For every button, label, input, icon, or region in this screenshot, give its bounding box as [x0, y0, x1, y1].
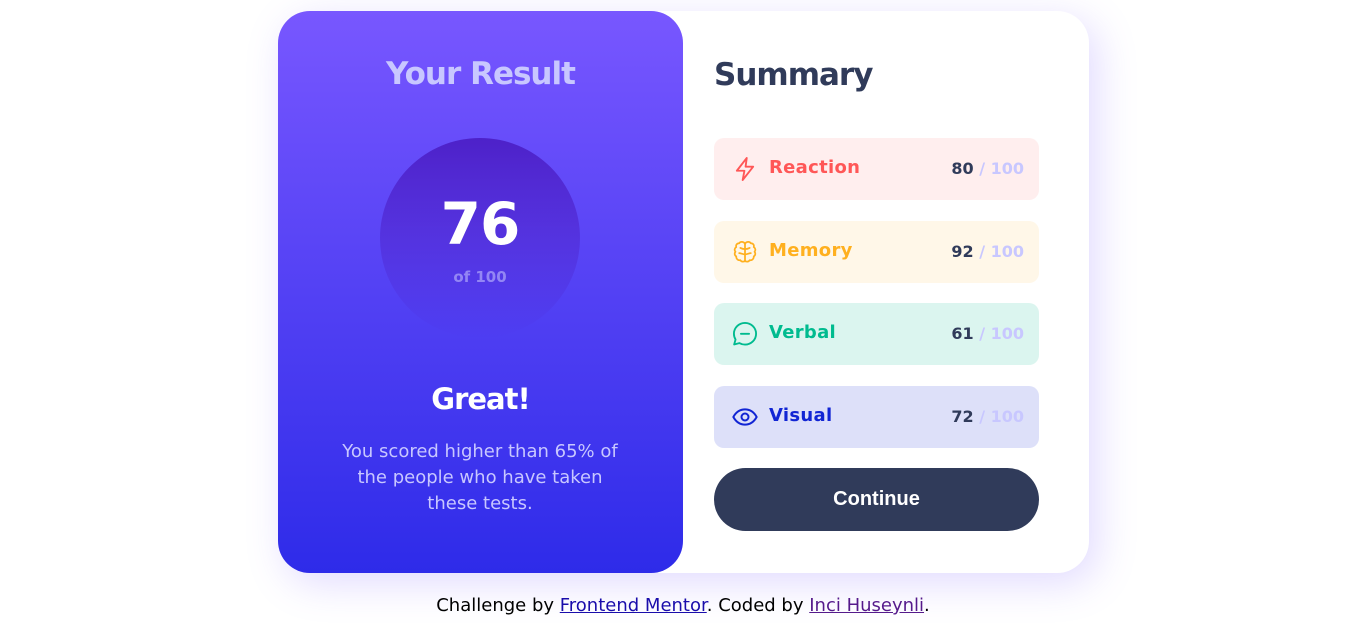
summary-item-label: Reaction [769, 157, 861, 178]
summary-title: Summary [714, 57, 873, 93]
rating-heading: Great! [431, 382, 530, 416]
score-circle: 76 of 100 [380, 138, 580, 338]
summary-item-memory: Memory 92 / 100 [714, 221, 1039, 283]
summary-item-label: Visual [769, 405, 833, 426]
lightning-icon [731, 155, 759, 183]
summary-item-score: 72 / 100 [951, 407, 1024, 426]
attribution-suffix: . [924, 595, 930, 616]
summary-item-score: 61 / 100 [951, 324, 1024, 343]
score-max: / 100 [979, 159, 1024, 178]
summary-item-visual: Visual 72 / 100 [714, 386, 1039, 448]
summary-item-label: Memory [769, 240, 853, 261]
rating-description: You scored higher than 65% of the people… [342, 441, 618, 514]
score-number: 72 [951, 407, 974, 426]
attribution: Challenge by Frontend Mentor. Coded by I… [0, 595, 1366, 616]
score-of: of 100 [453, 268, 507, 286]
summary-item-label: Verbal [769, 322, 837, 343]
score-number: 92 [951, 242, 974, 261]
summary-item-score: 92 / 100 [951, 242, 1024, 261]
score-max: / 100 [979, 242, 1024, 261]
summary-item-verbal: Verbal 61 / 100 [714, 303, 1039, 365]
summary-item-reaction: Reaction 80 / 100 [714, 138, 1039, 200]
summary-panel: Summary Reaction 80 / 100 Memory 92 / 10… [714, 11, 1039, 573]
attribution-prefix: Challenge by [436, 595, 560, 616]
score-value: 76 [440, 190, 521, 258]
score-max: / 100 [979, 324, 1024, 343]
score-max: / 100 [979, 407, 1024, 426]
summary-item-score: 80 / 100 [951, 159, 1024, 178]
brain-icon [731, 238, 759, 266]
results-card: Your Result 76 of 100 Great! You scored … [278, 11, 1089, 573]
frontend-mentor-link[interactable]: Frontend Mentor [560, 595, 707, 616]
eye-icon [731, 403, 759, 431]
author-link[interactable]: Inci Huseynli [809, 595, 924, 616]
result-panel: Your Result 76 of 100 Great! You scored … [278, 11, 683, 573]
chat-bubble-icon [731, 320, 759, 348]
continue-button[interactable]: Continue [714, 468, 1039, 531]
score-number: 80 [951, 159, 974, 178]
score-number: 61 [951, 324, 974, 343]
attribution-middle: . Coded by [706, 595, 810, 616]
result-title: Your Result [386, 56, 576, 92]
